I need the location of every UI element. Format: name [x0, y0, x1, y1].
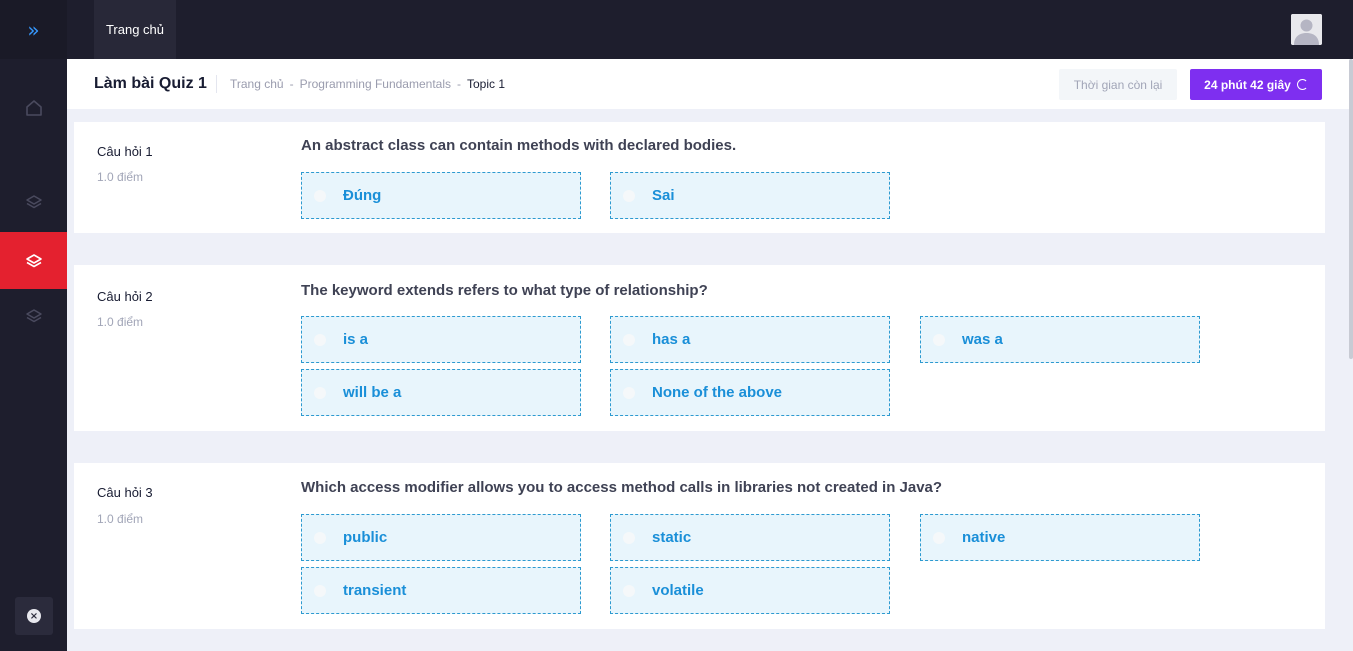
radio-button[interactable] [314, 386, 326, 399]
breadcrumb-separator: - [457, 77, 461, 91]
sidebar-item-course-1[interactable] [0, 177, 67, 227]
question-card: Câu hỏi 1 1.0 điểm An abstract class can… [74, 122, 1325, 233]
question-points: 1.0 điểm [97, 170, 144, 184]
sidebar-item-course-active[interactable] [0, 232, 67, 289]
answer-option[interactable]: is a [301, 316, 581, 363]
sidebar-item-home[interactable] [0, 83, 67, 133]
question-label: Câu hỏi 1 [97, 144, 153, 159]
question-points: 1.0 điểm [97, 512, 144, 526]
sidebar-toggle-icon[interactable]: » [27, 20, 39, 40]
radio-button[interactable] [314, 189, 326, 202]
option-label: static [652, 529, 692, 546]
user-avatar-icon [1291, 14, 1322, 45]
radio-button[interactable] [623, 386, 635, 399]
avatar[interactable] [1291, 14, 1322, 45]
question-label: Câu hỏi 2 [97, 289, 153, 304]
breadcrumb-current: Topic 1 [467, 77, 506, 91]
answer-option[interactable]: Sai [610, 172, 890, 219]
sidebar-header: » [0, 0, 67, 59]
option-label: Sai [652, 187, 675, 204]
breadcrumb: Trang chủ - Programming Fundamentals - T… [230, 77, 505, 91]
radio-button[interactable] [623, 531, 635, 544]
answer-option[interactable]: native [920, 514, 1200, 561]
question-card: Câu hỏi 2 1.0 điểm The keyword extends r… [74, 265, 1325, 431]
answer-option[interactable]: was a [920, 316, 1200, 363]
option-label: has a [652, 331, 691, 348]
timer-button[interactable]: 24 phút 42 giây [1190, 69, 1322, 100]
breadcrumb-separator: - [289, 77, 294, 91]
timer-value: 24 phút 42 giây [1204, 77, 1291, 92]
option-label: native [962, 529, 1006, 546]
page-title: Làm bài Quiz 1 [94, 75, 207, 92]
layers-icon [25, 195, 42, 209]
close-button[interactable]: × [15, 597, 53, 635]
question-points: 1.0 điểm [97, 315, 144, 329]
option-label: will be a [343, 384, 402, 401]
answer-option[interactable]: volatile [610, 567, 890, 614]
option-label: volatile [652, 582, 704, 599]
option-label: Đúng [343, 187, 382, 204]
option-label: transient [343, 582, 407, 599]
option-label: public [343, 529, 388, 546]
sidebar: » × [0, 0, 67, 651]
topbar: Trang chủ [67, 0, 1353, 59]
option-label: is a [343, 331, 369, 348]
answer-option[interactable]: None of the above [610, 369, 890, 416]
radio-button[interactable] [933, 531, 945, 544]
question-card: Câu hỏi 3 1.0 điểm Which access modifier… [74, 463, 1325, 629]
close-icon: × [27, 609, 41, 623]
radio-button[interactable] [933, 333, 945, 346]
radio-button[interactable] [623, 584, 635, 597]
option-label: was a [962, 331, 1003, 348]
subheader: Làm bài Quiz 1 Trang chủ - Programming F… [67, 59, 1353, 109]
title-divider [216, 75, 217, 93]
layers-icon [25, 309, 42, 323]
option-label: None of the above [652, 384, 783, 401]
answer-option[interactable]: will be a [301, 369, 581, 416]
question-label: Câu hỏi 3 [97, 485, 153, 500]
radio-button[interactable] [623, 333, 635, 346]
breadcrumb-home[interactable]: Trang chủ [230, 77, 284, 91]
radio-button[interactable] [314, 584, 326, 597]
time-remaining-label: Thời gian còn lại [1059, 69, 1177, 100]
radio-button[interactable] [623, 189, 635, 202]
home-icon [25, 100, 42, 116]
layers-icon [25, 253, 42, 267]
question-text: An abstract class can contain methods wi… [301, 137, 737, 154]
question-text: The keyword extends refers to what type … [301, 282, 708, 299]
answer-option[interactable]: static [610, 514, 890, 561]
spinner-icon [1296, 79, 1308, 90]
answer-option[interactable]: transient [301, 567, 581, 614]
radio-button[interactable] [314, 531, 326, 544]
tab-home[interactable]: Trang chủ [94, 0, 176, 59]
answer-option[interactable]: Đúng [301, 172, 581, 219]
sidebar-item-course-2[interactable] [0, 291, 67, 341]
breadcrumb-course[interactable]: Programming Fundamentals [300, 77, 451, 91]
radio-button[interactable] [314, 333, 326, 346]
question-text: Which access modifier allows you to acce… [301, 479, 943, 496]
answer-option[interactable]: public [301, 514, 581, 561]
answer-option[interactable]: has a [610, 316, 890, 363]
page-scrollbar[interactable] [1349, 59, 1353, 359]
